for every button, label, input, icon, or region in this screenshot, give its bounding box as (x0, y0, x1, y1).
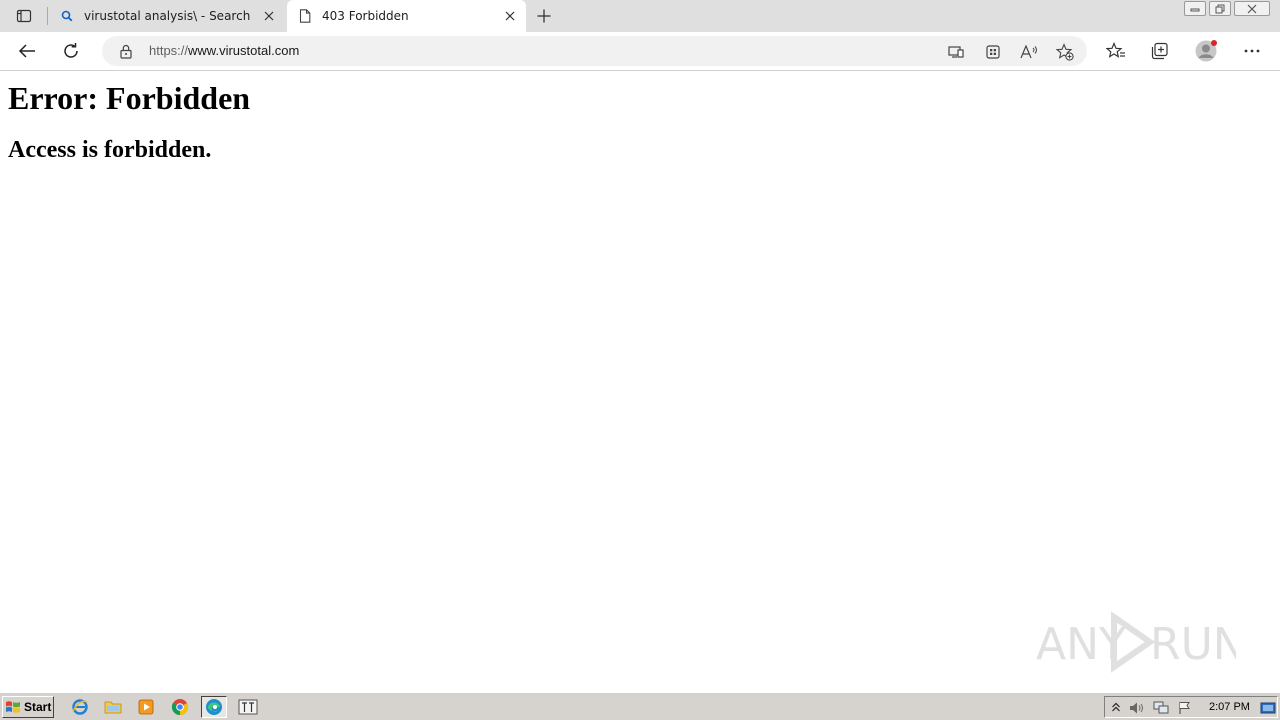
add-favorite-icon[interactable] (1054, 41, 1076, 63)
close-window-button[interactable] (1234, 1, 1270, 16)
edge-launcher[interactable] (201, 696, 227, 718)
volume-icon[interactable] (1129, 700, 1145, 716)
chevron-up-icon (1112, 702, 1120, 712)
refresh-button[interactable] (58, 38, 84, 64)
tab-search[interactable]: virustotal analysis\ - Search (49, 0, 285, 32)
page-icon (297, 8, 313, 24)
start-label: Start (24, 700, 52, 714)
folder-icon (104, 701, 122, 714)
close-icon (264, 11, 274, 21)
app-window-icon (238, 699, 258, 715)
network-icon[interactable] (1153, 700, 1169, 716)
taskbar-app-button[interactable] (235, 696, 261, 718)
browser-toolbar: https://www.virustotal.com (0, 32, 1280, 71)
media-player-launcher[interactable] (133, 696, 159, 718)
tab-close-button[interactable] (261, 8, 277, 24)
refresh-icon (64, 43, 78, 58)
error-message: Access is forbidden. (8, 137, 212, 163)
collections-icon (1151, 42, 1168, 60)
close-icon (1247, 4, 1257, 13)
tab-separator (47, 7, 48, 25)
start-button[interactable]: Start (2, 696, 54, 718)
watermark-text-run: RUN (1150, 619, 1236, 670)
system-tray: 2:07 PM (1104, 696, 1278, 718)
apps-grid-icon[interactable] (982, 41, 1004, 63)
tab-title: 403 Forbidden (322, 9, 409, 23)
favorites-button[interactable] (1103, 38, 1129, 64)
page-title: Error: Forbidden (8, 80, 251, 116)
plus-icon (537, 9, 551, 23)
clock[interactable]: 2:07 PM (1209, 700, 1250, 714)
minimize-button[interactable] (1184, 1, 1206, 16)
favorites-icon (1106, 42, 1125, 58)
back-button[interactable] (14, 38, 40, 64)
search-icon (59, 8, 75, 24)
read-aloud-icon[interactable] (1018, 41, 1040, 63)
show-desktop-icon[interactable] (1260, 700, 1276, 716)
url-host: www.virustotal.com (188, 43, 300, 58)
internet-explorer-icon (72, 699, 88, 715)
new-tab-button[interactable] (534, 6, 554, 26)
url-protocol: https:// (149, 43, 189, 58)
profile-button[interactable] (1193, 38, 1219, 64)
chrome-icon (171, 699, 189, 716)
internet-explorer-launcher[interactable] (67, 696, 93, 718)
media-player-icon (138, 699, 154, 715)
more-icon (1244, 49, 1260, 53)
edge-icon (206, 699, 222, 715)
windows-logo-icon (6, 701, 20, 713)
tab-close-button[interactable] (502, 8, 518, 24)
chrome-launcher[interactable] (167, 696, 193, 718)
anyrun-watermark-logo: ANY RUN (1036, 611, 1236, 673)
file-explorer-launcher[interactable] (100, 696, 126, 718)
minimize-icon (1190, 8, 1200, 11)
tab-actions-button[interactable] (8, 5, 40, 27)
url-text[interactable]: https://www.virustotal.com (149, 43, 299, 59)
close-icon (505, 11, 515, 21)
action-center-flag-icon[interactable] (1177, 700, 1193, 716)
page-content: Error: Forbidden Access is forbidden. AN… (0, 71, 1280, 692)
tab-strip: virustotal analysis\ - Search 403 Forbid… (0, 0, 1280, 32)
app-available-icon[interactable] (945, 41, 967, 63)
lock-icon[interactable] (118, 43, 134, 59)
address-bar[interactable]: https://www.virustotal.com (102, 36, 1087, 66)
show-hidden-icons-button[interactable] (1108, 700, 1124, 716)
tab-actions-icon (16, 9, 32, 23)
restore-icon (1215, 4, 1225, 13)
collections-button[interactable] (1147, 38, 1173, 64)
avatar (1195, 40, 1217, 62)
back-arrow-icon (18, 44, 35, 58)
tab-title: virustotal analysis\ - Search (84, 9, 251, 23)
restore-button[interactable] (1209, 1, 1231, 16)
taskbar: Start 2:07 PM (0, 692, 1280, 720)
settings-more-button[interactable] (1239, 38, 1265, 64)
tab-forbidden[interactable]: 403 Forbidden (287, 0, 526, 32)
